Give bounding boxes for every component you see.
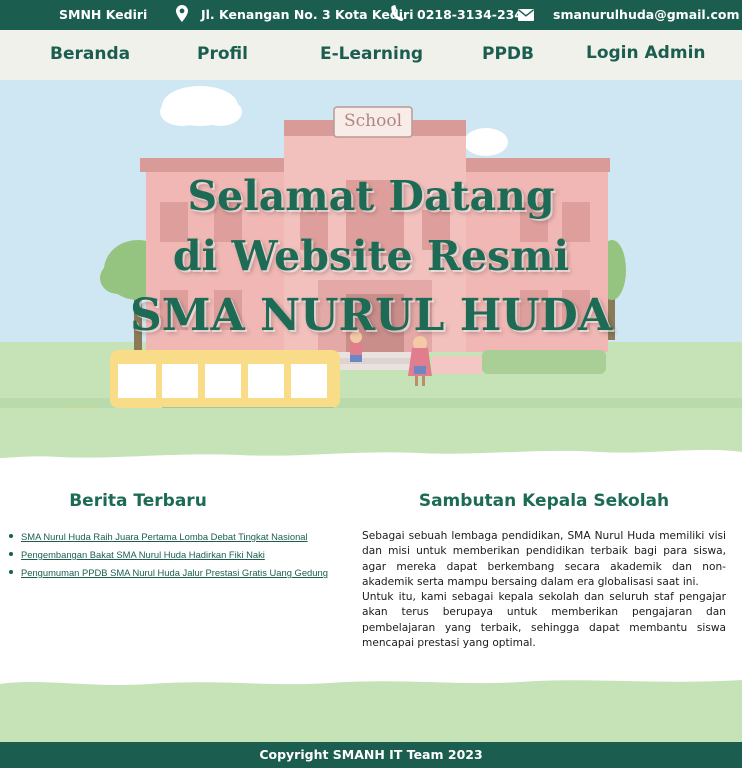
phone-icon — [390, 5, 404, 25]
school-sign-text: School — [343, 111, 403, 131]
principal-welcome-text: Sebagai sebuah lembaga pendidikan, SMA N… — [362, 529, 726, 651]
main-navigation: Beranda Profil E-Learning PPDB Login Adm… — [0, 30, 742, 80]
latest-news-heading: Berita Terbaru — [69, 491, 207, 511]
footer: Copyright SMANH IT Team 2023 — [0, 742, 742, 768]
nav-beranda[interactable]: Beranda — [50, 44, 130, 64]
news-link[interactable]: SMA Nurul Huda Raih Juara Pertama Lomba … — [21, 531, 308, 542]
hero-title-line-1: Selamat Datang — [187, 172, 555, 220]
school-address: Jl. Kenangan No. 3 Kota Kediri — [201, 7, 414, 22]
hero-title-line-2: di Website Resmi — [172, 232, 570, 280]
location-pin-icon — [176, 5, 188, 25]
hero-banner: School Selamat Datang di Website Resmi S… — [0, 80, 742, 470]
welcome-paragraph-2: Untuk itu, kami sebagai kepala sekolah d… — [362, 591, 726, 650]
hero-title-line-3: SMA NURUL HUDA — [130, 290, 612, 341]
nav-profil[interactable]: Profil — [197, 44, 248, 64]
list-item: Pengembangan Bakat SMA Nurul Huda Hadirk… — [8, 548, 328, 561]
envelope-icon — [518, 9, 534, 24]
nav-e-learning[interactable]: E-Learning — [320, 44, 423, 64]
list-item: SMA Nurul Huda Raih Juara Pertama Lomba … — [8, 530, 328, 543]
top-info-bar: SMNH Kediri Jl. Kenangan No. 3 Kota Kedi… — [0, 0, 742, 30]
principal-welcome-heading: Sambutan Kepala Sekolah — [418, 491, 670, 511]
decorative-wave — [0, 680, 742, 742]
list-item: Pengumuman PPDB SMA Nurul Huda Jalur Pre… — [8, 566, 328, 579]
copyright-text: Copyright SMANH IT Team 2023 — [259, 747, 483, 762]
news-link[interactable]: Pengumuman PPDB SMA Nurul Huda Jalur Pre… — [21, 567, 328, 578]
school-short-name: SMNH Kediri — [59, 7, 148, 22]
nav-login-admin[interactable]: Login Admin — [586, 43, 706, 63]
nav-ppdb[interactable]: PPDB — [482, 44, 534, 64]
news-link[interactable]: Pengembangan Bakat SMA Nurul Huda Hadirk… — [21, 549, 265, 560]
news-list: SMA Nurul Huda Raih Juara Pertama Lomba … — [8, 530, 328, 584]
school-phone: 0218-3134-234 — [417, 7, 524, 22]
welcome-paragraph-1: Sebagai sebuah lembaga pendidikan, SMA N… — [362, 530, 726, 588]
school-email[interactable]: smanurulhuda@gmail.com — [553, 7, 739, 22]
